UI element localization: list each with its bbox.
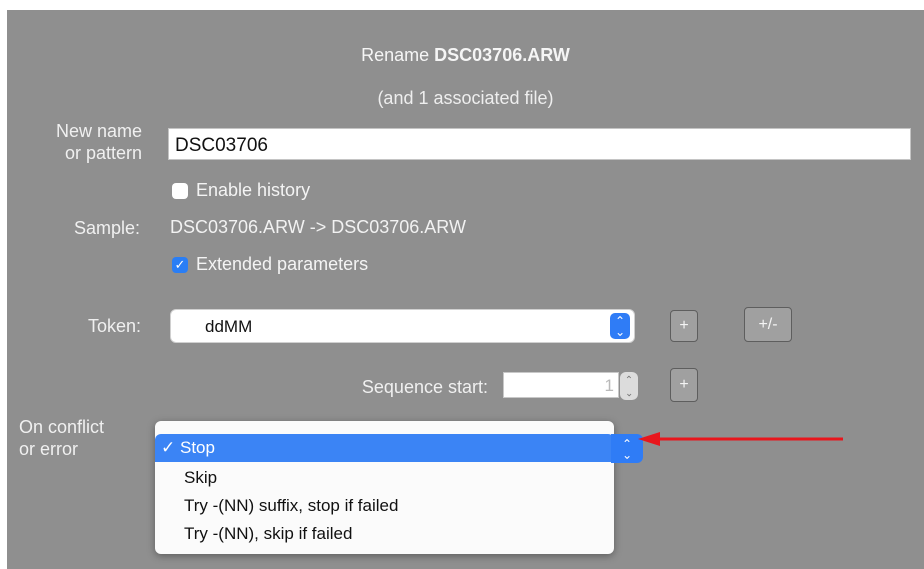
title-filename: DSC03706.ARW	[434, 45, 570, 65]
checkmark-icon: ✓	[161, 438, 176, 457]
dropdown-option-label: Stop	[179, 438, 215, 457]
sequence-stepper-icon[interactable]: ⌃ ⌃	[620, 372, 638, 400]
sample-label: Sample:	[73, 218, 140, 238]
dropdown-option-suffix-stop[interactable]: Try -(NN) suffix, stop if failed	[155, 492, 614, 520]
dropdown-option-suffix-skip[interactable]: Try -(NN), skip if failed	[155, 520, 614, 548]
dropdown-option-stop[interactable]: ✓ Stop	[155, 434, 614, 462]
on-conflict-label-line2: or error	[19, 439, 79, 459]
token-select[interactable]: ddMM	[170, 309, 635, 343]
sample-value: DSC03706.ARW -> DSC03706.ARW	[170, 217, 466, 237]
on-conflict-label: On conflict or error	[19, 416, 147, 460]
token-selected-value: ddMM	[205, 317, 253, 336]
token-add-button[interactable]: +	[670, 310, 698, 342]
title-prefix: Rename	[361, 45, 435, 65]
up-down-chevron-icon[interactable]: ⌃ ⌃	[610, 313, 630, 339]
on-conflict-dropdown-menu[interactable]: ✓ Stop Skip Try -(NN) suffix, stop if fa…	[155, 421, 614, 554]
extended-parameters-label: Extended parameters	[196, 254, 369, 274]
token-plusminus-button[interactable]: +/-	[744, 307, 792, 342]
enable-history-checkbox[interactable]: Enable history	[172, 180, 310, 201]
red-arrow-icon	[638, 432, 843, 446]
on-conflict-label-line1: On conflict	[19, 417, 105, 437]
checkbox-unchecked-icon[interactable]	[172, 182, 188, 199]
enable-history-label: Enable history	[196, 180, 311, 200]
sequence-start-input[interactable]: 1	[503, 372, 619, 398]
extended-parameters-checkbox[interactable]: ✓ Extended parameters	[172, 254, 368, 275]
sequence-start-label: Sequence start:	[361, 377, 488, 397]
dialog-subtitle: (and 1 associated file)	[377, 88, 554, 108]
new-name-label: New name or pattern	[27, 120, 142, 164]
dialog-title: Rename DSC03706.ARW	[7, 45, 924, 66]
rename-dialog: Rename DSC03706.ARW (and 1 associated fi…	[7, 10, 924, 569]
new-name-label-line2: or pattern	[64, 143, 142, 163]
new-name-input[interactable]: DSC03706	[168, 128, 911, 160]
token-label: Token:	[87, 316, 141, 336]
checkmark-icon[interactable]: ✓	[172, 256, 188, 273]
sequence-add-button[interactable]: +	[670, 368, 698, 402]
dropdown-option-skip[interactable]: Skip	[155, 464, 614, 492]
new-name-label-line1: New name	[55, 121, 142, 141]
